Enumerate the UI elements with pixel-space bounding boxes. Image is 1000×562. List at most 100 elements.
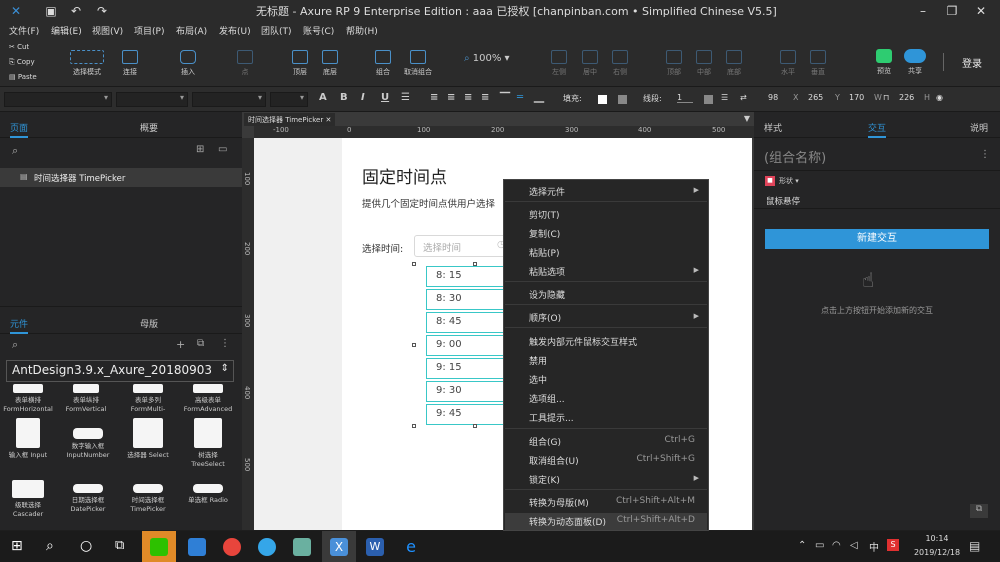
list-icon[interactable]: ☰ bbox=[401, 92, 410, 103]
selection-handle[interactable] bbox=[412, 262, 416, 266]
tab-dropdown-icon[interactable]: ▼ bbox=[744, 114, 750, 123]
ctx-cut[interactable]: 剪切(T) bbox=[529, 208, 560, 221]
clock-date[interactable]: 2019/12/18 bbox=[907, 548, 967, 557]
wifi-icon[interactable]: ◠ bbox=[832, 540, 841, 551]
word-icon[interactable]: W bbox=[366, 538, 384, 556]
ctx-selected[interactable]: 选中 bbox=[529, 373, 547, 386]
widget-time-picker[interactable]: 时间选择框 TimePicker bbox=[122, 484, 174, 514]
save-icon[interactable]: ▣ bbox=[43, 3, 59, 19]
ctx-option-group[interactable]: 选项组... bbox=[529, 392, 565, 405]
maximize-button[interactable]: ❐ bbox=[937, 0, 967, 22]
tab-pages[interactable]: 页面 bbox=[10, 121, 29, 138]
ctx-tooltip[interactable]: 工具提示... bbox=[529, 411, 574, 424]
style-select[interactable] bbox=[4, 92, 112, 107]
menu-team[interactable]: 团队(T) bbox=[261, 24, 292, 37]
ctx-select-widget[interactable]: 选择元件 bbox=[529, 185, 565, 198]
tab-widgets[interactable]: 元件 bbox=[10, 317, 29, 334]
more-options-icon[interactable]: ⋮ bbox=[980, 149, 990, 160]
group-name-field[interactable]: (组合名称) bbox=[764, 147, 826, 166]
feishu-icon[interactable] bbox=[188, 538, 206, 556]
widget-input-number[interactable]: 数字输入框 InputNumber bbox=[62, 428, 114, 460]
ctx-copy[interactable]: 复制(C) bbox=[529, 227, 560, 240]
italic-icon[interactable]: I bbox=[361, 92, 365, 103]
document-tab[interactable]: 时间选择器 TimePicker ✕ bbox=[244, 113, 336, 126]
wechat-task-button[interactable] bbox=[142, 531, 176, 562]
widget-select[interactable]: 选择器 Select bbox=[122, 418, 174, 460]
library-select[interactable]: AntDesign3.9.x_Axure_20180903 ⇕ bbox=[6, 360, 234, 382]
more-icon[interactable]: ⋮ bbox=[220, 338, 230, 349]
clock-time[interactable]: 10:14 bbox=[912, 534, 962, 543]
font-size-select[interactable] bbox=[270, 92, 308, 107]
ime-indicator[interactable]: 中 bbox=[869, 539, 879, 554]
selection-handle[interactable] bbox=[473, 262, 477, 266]
ctx-ungroup[interactable]: 取消组合(U) bbox=[529, 454, 579, 467]
line-style-icon[interactable]: ☰ bbox=[721, 93, 728, 102]
tab-outline[interactable]: 概要 bbox=[140, 121, 158, 134]
align-center-button[interactable]: 居中 bbox=[580, 50, 600, 77]
menu-layout[interactable]: 布局(A) bbox=[176, 24, 207, 37]
font-weight-select[interactable] bbox=[192, 92, 266, 107]
redo-icon[interactable]: ↷ bbox=[94, 3, 110, 19]
page-item-timepicker[interactable]: ▤ 时间选择器 TimePicker bbox=[0, 168, 242, 187]
line-color-swatch[interactable] bbox=[704, 95, 713, 104]
widget-radio[interactable]: 单选框 Radio bbox=[182, 484, 234, 505]
arrow-style-icon[interactable]: ⇄ bbox=[740, 93, 747, 102]
ctx-group[interactable]: 组合(G) bbox=[529, 435, 561, 448]
align-top-button[interactable]: 顶部 bbox=[664, 50, 684, 77]
search-icon[interactable]: ⌕ bbox=[46, 538, 54, 554]
ungroup-button[interactable]: 取消组合 bbox=[400, 50, 436, 77]
minimize-button[interactable]: – bbox=[908, 0, 938, 22]
selection-handle[interactable] bbox=[473, 424, 477, 428]
menu-publish[interactable]: 发布(U) bbox=[219, 24, 251, 37]
ctx-paste-options[interactable]: 粘贴选项 bbox=[529, 265, 565, 278]
distribute-vertical-button[interactable]: 垂直 bbox=[808, 50, 828, 77]
add-library-icon[interactable]: + bbox=[176, 338, 185, 351]
insert-button[interactable]: 插入 bbox=[176, 50, 200, 77]
connect-button[interactable]: 连接 bbox=[118, 50, 142, 77]
valign-top-icon[interactable]: ⎺ bbox=[500, 92, 510, 103]
collapse-panel-icon[interactable]: ⧉ bbox=[970, 504, 988, 518]
align-middle-button[interactable]: 中部 bbox=[694, 50, 714, 77]
font-family-select[interactable] bbox=[116, 92, 188, 107]
text-justify-icon[interactable]: ≡ bbox=[481, 92, 489, 103]
align-right-button[interactable]: 右侧 bbox=[610, 50, 630, 77]
undo-icon[interactable]: ↶ bbox=[68, 3, 84, 19]
tab-notes[interactable]: 说明 bbox=[970, 121, 988, 134]
task-view-icon[interactable]: ⧉ bbox=[115, 538, 124, 553]
menu-project[interactable]: 项目(P) bbox=[134, 24, 164, 37]
menu-view[interactable]: 视图(V) bbox=[92, 24, 123, 37]
menu-file[interactable]: 文件(F) bbox=[9, 24, 39, 37]
paste-button[interactable]: ▤ Paste bbox=[9, 73, 37, 81]
valign-middle-icon[interactable]: ═ bbox=[517, 92, 523, 103]
chrome-icon[interactable] bbox=[223, 538, 241, 556]
font-color-icon[interactable]: A bbox=[319, 92, 327, 103]
ctx-order[interactable]: 顺序(O) bbox=[529, 311, 561, 324]
notes-app-icon[interactable] bbox=[293, 538, 311, 556]
axure-task-button[interactable]: X bbox=[322, 531, 356, 562]
preview-button[interactable]: 预览 bbox=[873, 49, 895, 76]
x-value[interactable]: 98 bbox=[768, 93, 778, 102]
volume-icon[interactable]: ◁ bbox=[850, 540, 858, 551]
shadow-swatch[interactable] bbox=[618, 95, 627, 104]
shape-label[interactable]: 形状 ▾ bbox=[779, 176, 799, 186]
add-folder-icon[interactable]: ▭ bbox=[218, 144, 227, 155]
point-button[interactable]: 点 bbox=[235, 50, 255, 77]
widget-input[interactable]: 输入框 Input bbox=[2, 418, 54, 460]
distribute-horizontal-button[interactable]: 水平 bbox=[778, 50, 798, 77]
menu-edit[interactable]: 编辑(E) bbox=[51, 24, 82, 37]
widget-cascader[interactable]: 级联选择 Cascader bbox=[2, 480, 54, 519]
widget-form-multi[interactable]: 表单多列 FormMulti- bbox=[122, 384, 174, 414]
align-left-button[interactable]: 左侧 bbox=[549, 50, 569, 77]
ctx-disable[interactable]: 禁用 bbox=[529, 354, 547, 367]
menu-account[interactable]: 账号(C) bbox=[303, 24, 334, 37]
h-value[interactable]: 226 bbox=[899, 93, 914, 102]
time-picker-input[interactable]: 选择时间 ◷ bbox=[414, 235, 514, 257]
chevron-up-icon[interactable]: ⌃ bbox=[798, 540, 806, 551]
notification-icon[interactable]: ▤ bbox=[969, 539, 980, 553]
battery-icon[interactable]: ▭ bbox=[815, 540, 824, 551]
close-tab-icon[interactable]: ✕ bbox=[325, 116, 331, 124]
cut-button[interactable]: ✂ Cut bbox=[9, 43, 29, 51]
bring-to-top-button[interactable]: 顶层 bbox=[289, 50, 311, 77]
menu-help[interactable]: 帮助(H) bbox=[346, 24, 378, 37]
text-align-center-icon[interactable]: ≡ bbox=[447, 92, 455, 103]
